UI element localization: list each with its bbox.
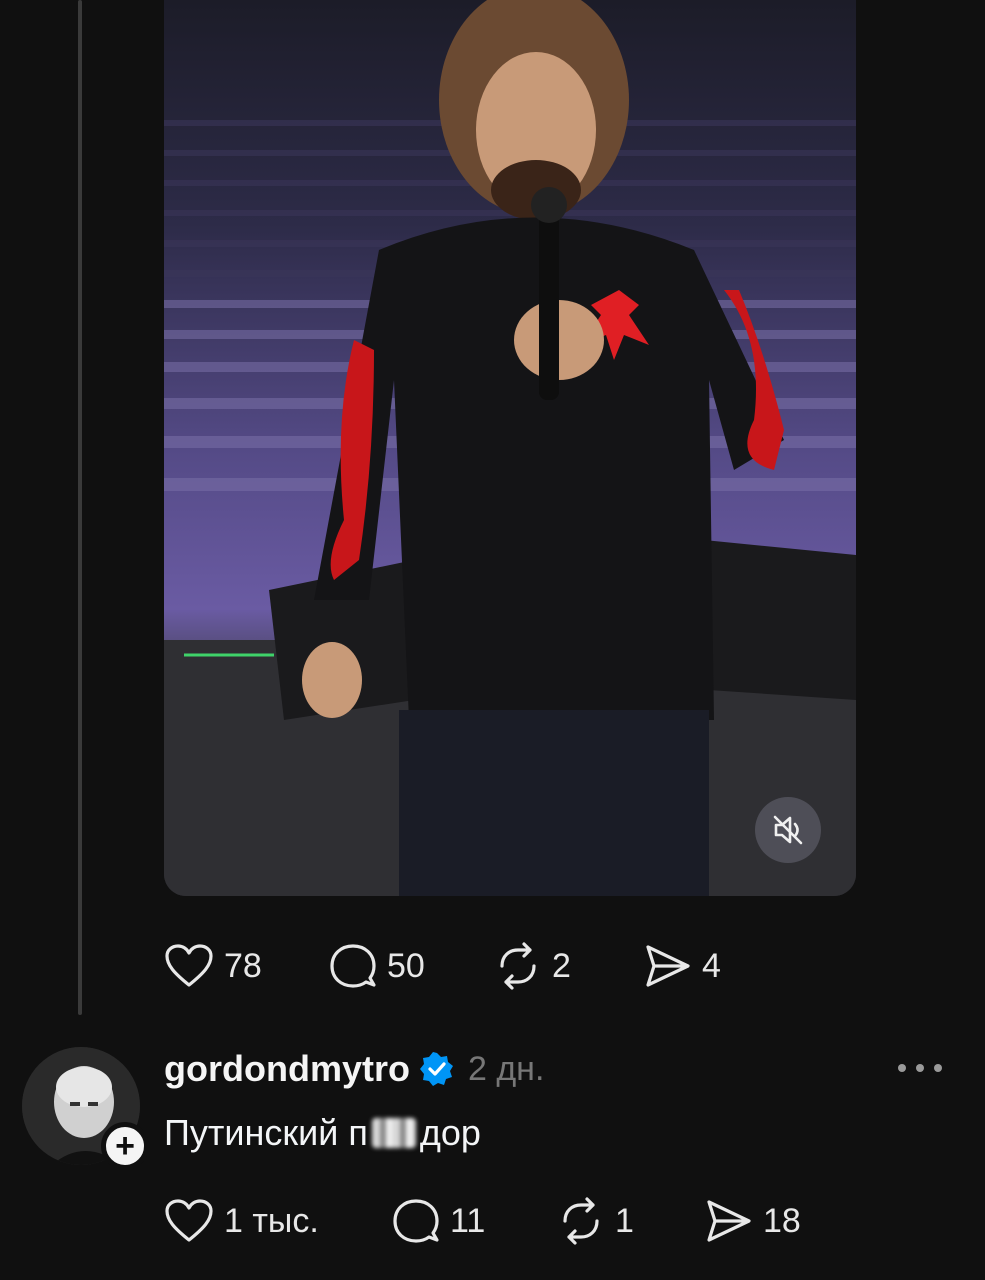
thread-connector-line — [78, 0, 82, 1015]
username[interactable]: gordondmytro — [164, 1048, 410, 1090]
like-button[interactable]: 1 тыс. — [164, 1198, 392, 1244]
comment-count: 11 — [450, 1201, 486, 1240]
comment-button[interactable]: 50 — [329, 942, 494, 990]
video-frame — [164, 0, 856, 896]
reply-text-end: дор — [419, 1112, 481, 1153]
like-count: 78 — [224, 946, 262, 985]
reply-action-bar: 1 тыс. 11 1 18 — [164, 1197, 865, 1245]
repost-icon — [500, 942, 536, 990]
comment-bubble-icon — [330, 944, 376, 988]
comment-count: 50 — [387, 946, 425, 985]
repost-count: 2 — [552, 946, 571, 985]
repost-count: 1 — [615, 1201, 634, 1240]
more-options-button[interactable] — [898, 1056, 942, 1080]
repost-icon — [563, 1197, 599, 1245]
share-button[interactable]: 18 — [705, 1198, 801, 1244]
send-icon — [707, 1200, 751, 1242]
verified-badge-icon — [419, 1052, 453, 1086]
share-button[interactable]: 4 — [644, 943, 721, 989]
plus-icon: + — [115, 1127, 135, 1165]
reply-header: gordondmytro 2 дн. — [164, 1048, 544, 1090]
censored-blur — [371, 1118, 416, 1148]
repost-button[interactable]: 1 — [557, 1197, 705, 1245]
share-count: 4 — [702, 946, 721, 985]
dot — [934, 1064, 942, 1072]
dot — [916, 1064, 924, 1072]
dot — [898, 1064, 906, 1072]
muted-speaker-icon — [773, 815, 803, 845]
heart-icon — [165, 1199, 213, 1242]
timestamp: 2 дн. — [467, 1049, 545, 1088]
repost-button[interactable]: 2 — [494, 942, 644, 990]
mute-toggle-button[interactable] — [755, 797, 821, 863]
share-count: 18 — [763, 1201, 801, 1240]
comment-bubble-icon — [393, 1199, 439, 1243]
like-count: 1 тыс. — [224, 1201, 319, 1240]
heart-icon — [165, 944, 213, 987]
send-icon — [646, 945, 690, 987]
follow-plus-button[interactable]: + — [101, 1122, 149, 1170]
post-video[interactable] — [164, 0, 856, 896]
like-button[interactable]: 78 — [164, 943, 329, 989]
reply-text: Путинский п дор — [164, 1112, 481, 1154]
reply-text-start: Путинский п — [164, 1112, 368, 1153]
comment-button[interactable]: 11 — [392, 1197, 557, 1245]
post-action-bar: 78 50 2 4 — [164, 942, 785, 990]
